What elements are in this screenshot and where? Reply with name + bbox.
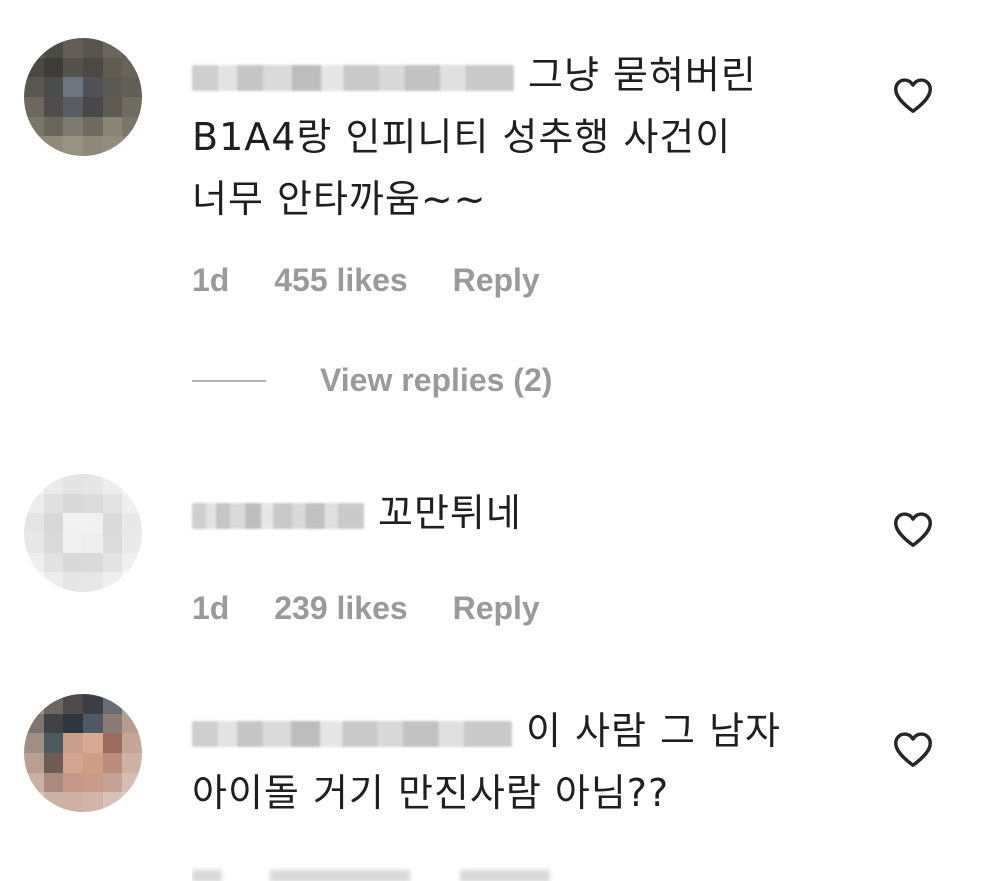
reply-button[interactable]: Reply <box>453 262 540 298</box>
avatar[interactable] <box>24 38 142 156</box>
comment-time: 1d <box>192 590 230 626</box>
like-count[interactable]: 455 likes <box>274 262 407 298</box>
comment-text: 꼬만튀네 <box>192 482 872 544</box>
username-blurred[interactable] <box>192 720 512 747</box>
comment-text: 이 사람 그 남자 아이돌 거기 만진사람 아님?? <box>192 700 872 824</box>
heart-outline-icon[interactable] <box>890 726 936 772</box>
heart-outline-icon[interactable] <box>890 72 936 118</box>
avatar[interactable] <box>24 474 142 592</box>
username-blurred[interactable] <box>192 502 364 529</box>
comment-text: 그냥 묻혀버린 B1A4랑 인피니티 성추행 사건이 너무 안타까움~~ <box>192 44 872 230</box>
heart-outline-icon[interactable] <box>890 506 936 552</box>
username-blurred[interactable] <box>192 64 514 91</box>
reply-button[interactable]: Reply <box>453 590 540 626</box>
comment-meta-cropped <box>192 862 572 881</box>
comment-time: 1d <box>192 262 230 298</box>
comment-line: 이 사람 그 남자 <box>526 709 781 753</box>
comment-line: 꼬만튀네 <box>378 491 522 535</box>
comment-line: 아이돌 거기 만진사람 아님?? <box>192 771 670 815</box>
comment-line: 너무 안타까움~~ <box>192 177 487 221</box>
view-replies-button[interactable]: View replies (2) <box>192 362 552 399</box>
comment-line: B1A4랑 인피니티 성추행 사건이 <box>192 115 732 159</box>
like-count[interactable]: 239 likes <box>274 590 407 626</box>
comment-meta: 1d 239 likes Reply <box>192 590 576 627</box>
comment-line: 그냥 묻혀버린 <box>528 53 757 97</box>
view-replies-label: View replies (2) <box>320 362 553 398</box>
avatar[interactable] <box>24 694 142 812</box>
comment-meta: 1d 455 likes Reply <box>192 262 576 299</box>
replies-divider <box>192 379 266 382</box>
